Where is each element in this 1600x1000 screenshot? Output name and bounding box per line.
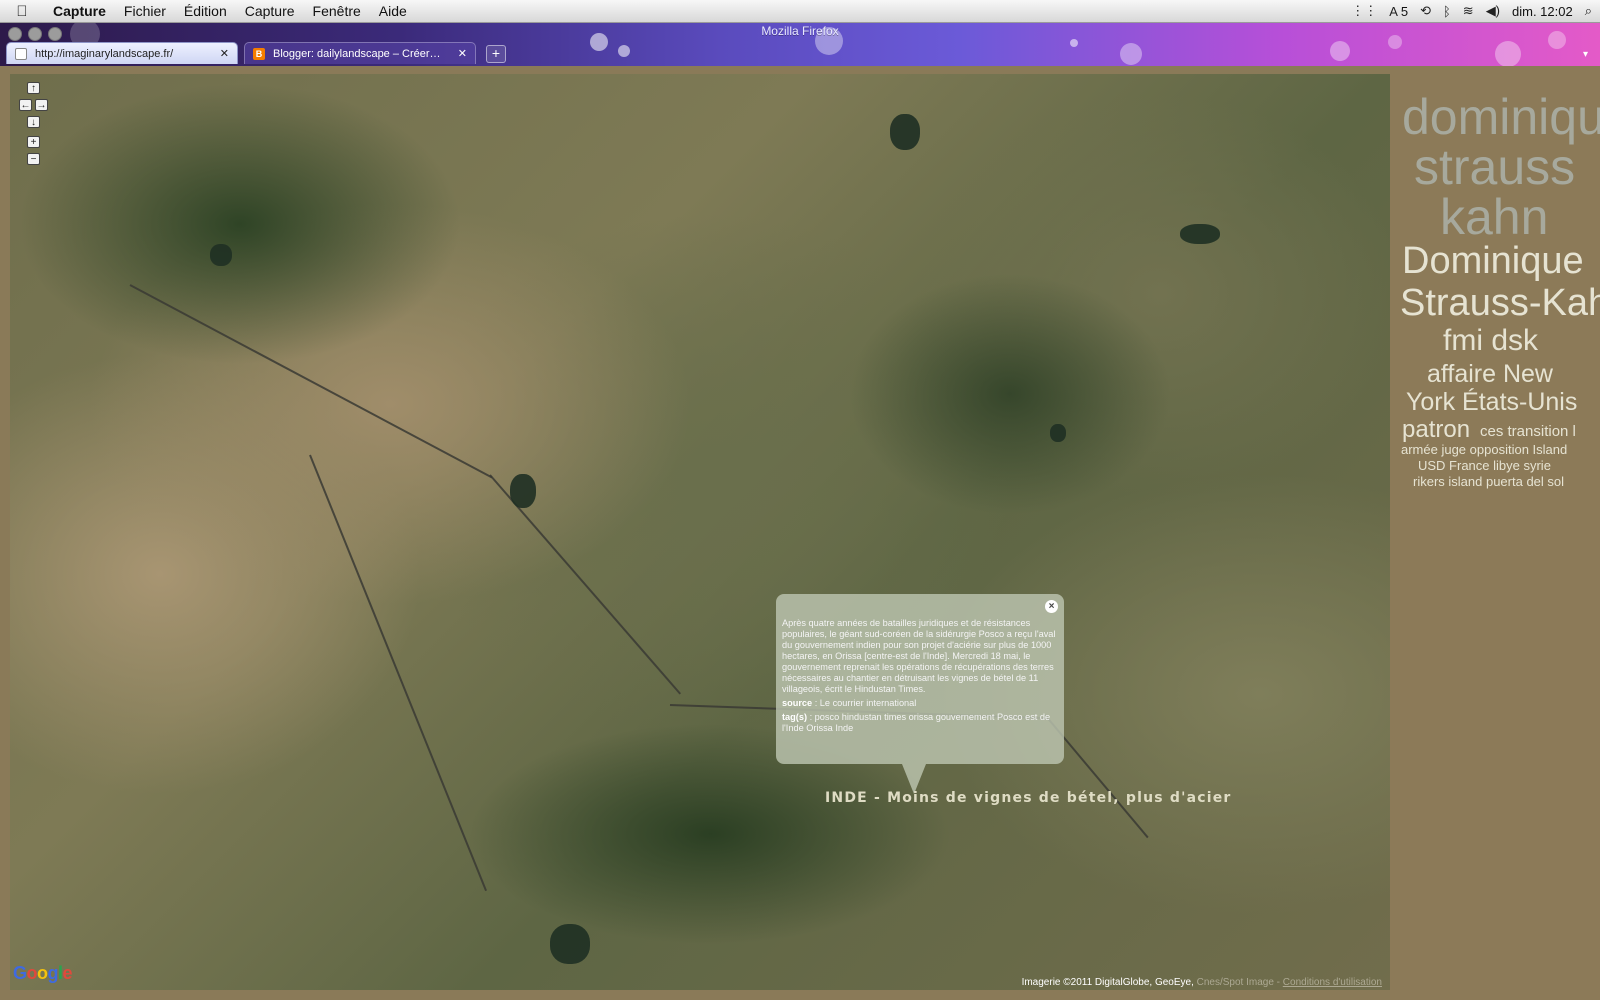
menu-edition[interactable]: Édition	[175, 3, 236, 19]
menubar-clock[interactable]: dim. 12:02	[1512, 4, 1573, 19]
infowindow-close-button[interactable]: ×	[1045, 600, 1058, 613]
google-logo-letter: G	[13, 963, 27, 983]
bokeh-decoration	[1330, 41, 1350, 61]
bokeh-decoration	[1070, 39, 1078, 47]
map-infowindow: × Après quatre années de batailles jurid…	[776, 594, 1064, 764]
tags-label: tag(s)	[782, 712, 808, 722]
menu-capture[interactable]: Capture	[236, 3, 304, 19]
google-logo-letter: o	[26, 963, 38, 983]
adobe-icon: A	[1389, 3, 1398, 19]
map-pond	[1180, 224, 1220, 244]
grip-icon[interactable]: ⋮⋮	[1351, 3, 1377, 19]
map-road	[129, 284, 493, 479]
map-pond	[510, 474, 536, 508]
volume-icon[interactable]: ◀)	[1486, 3, 1500, 19]
google-logo-letter: o	[37, 963, 48, 983]
bluetooth-icon[interactable]: ᛒ	[1443, 4, 1451, 19]
tab-imaginarylandscape[interactable]: http://imaginarylandscape.fr/ ✕	[6, 42, 238, 64]
tab-blogger[interactable]: B Blogger: dailylandscape – Créer… ✕	[244, 42, 476, 64]
zoom-out-button[interactable]: −	[27, 153, 40, 165]
map-attribution: Imagerie ©2011 DigitalGlobe, GeoEye, Cne…	[1022, 977, 1382, 988]
attribution-faded: Cnes/Spot Image -	[1196, 977, 1281, 988]
map-pond	[210, 244, 232, 266]
map-pond	[1050, 424, 1066, 442]
map-pond	[550, 924, 590, 964]
pan-right-button[interactable]: →	[35, 99, 48, 111]
tab-label: http://imaginarylandscape.fr/	[35, 47, 174, 60]
tag-patron[interactable]: patron	[1402, 416, 1470, 444]
google-logo-letter: g	[47, 963, 59, 983]
page-content: ↑ ← → ↓ + − × Après quatre années de bat…	[0, 66, 1600, 1000]
attribution-imagery: Imagerie ©2011 DigitalGlobe, GeoEye,	[1021, 977, 1194, 988]
tag-line-usd[interactable]: USD France libye syrie	[1418, 458, 1551, 473]
new-tab-button[interactable]: +	[486, 45, 506, 63]
tag-kahn[interactable]: kahn	[1440, 188, 1548, 246]
apple-menu-icon[interactable]: 	[0, 3, 44, 20]
firefox-titlebar: Mozilla Firefox http://imaginarylandscap…	[0, 23, 1600, 66]
menu-fichier[interactable]: Fichier	[115, 3, 175, 19]
source-value: : Le courrier international	[812, 698, 917, 708]
tag-strauss-kahn[interactable]: Strauss-Kahn	[1400, 282, 1600, 325]
terms-of-use-link[interactable]: Conditions d'utilisation	[1283, 977, 1382, 988]
adobe-status[interactable]: A 5	[1389, 4, 1408, 19]
bokeh-decoration	[1495, 41, 1521, 66]
google-logo[interactable]: Google	[13, 963, 73, 984]
map-pond	[890, 114, 920, 150]
tags-value: : posco hindustan times orissa gouvernem…	[782, 712, 1051, 733]
menubar-status-area: ⋮⋮ A 5 ⟲ ᛒ ≋ ◀) dim. 12:02 ⌕	[1351, 0, 1592, 22]
adobe-count: 5	[1400, 3, 1409, 19]
zoom-in-button[interactable]: +	[27, 136, 40, 148]
infowindow-tags: tag(s) : posco hindustan times orissa go…	[782, 712, 1058, 734]
tag-cloud: dominique strauss kahn Dominique Strauss…	[1390, 66, 1600, 1000]
menu-fenetre[interactable]: Fenêtre	[304, 3, 370, 19]
menu-app-name[interactable]: Capture	[44, 3, 115, 19]
google-logo-letter: e	[62, 963, 73, 983]
mac-menubar:  Capture Fichier Édition Capture Fenêtr…	[0, 0, 1600, 23]
menu-aide[interactable]: Aide	[370, 3, 416, 19]
map-road	[309, 454, 487, 892]
bokeh-decoration	[1120, 43, 1142, 65]
map-place-label[interactable]: INDE - Moins de vignes de bétel, plus d'…	[825, 790, 1232, 806]
infowindow-source: source : Le courrier international	[782, 698, 1058, 709]
satellite-map[interactable]: ↑ ← → ↓ + − × Après quatre années de bat…	[10, 74, 1390, 990]
tag-fmi-dsk[interactable]: fmi dsk	[1443, 324, 1538, 358]
tag-dominique-cap[interactable]: Dominique	[1402, 240, 1584, 283]
source-label: source	[782, 698, 813, 708]
tab-close-icon[interactable]: ✕	[458, 47, 467, 60]
window-title: Mozilla Firefox	[761, 24, 839, 38]
spotlight-search-icon[interactable]: ⌕	[1585, 3, 1592, 19]
bokeh-decoration	[618, 45, 630, 57]
infowindow-body: Après quatre années de batailles juridiq…	[782, 618, 1056, 694]
wifi-icon[interactable]: ≋	[1463, 3, 1474, 19]
pan-down-button[interactable]: ↓	[27, 116, 40, 128]
tag-ces-transition[interactable]: ces transition l	[1480, 423, 1576, 440]
tag-york-etats-unis[interactable]: York États-Unis	[1406, 388, 1577, 417]
tab-close-icon[interactable]: ✕	[220, 47, 229, 60]
time-machine-icon[interactable]: ⟲	[1420, 3, 1431, 19]
tab-list-chevron-icon[interactable]: ▾	[1583, 49, 1588, 60]
page-favicon-icon	[15, 47, 27, 60]
tab-label: Blogger: dailylandscape – Créer…	[273, 47, 441, 60]
pan-up-button[interactable]: ↑	[27, 82, 40, 94]
tag-line-armee[interactable]: armée juge opposition Island	[1401, 442, 1567, 457]
tag-affaire-new[interactable]: affaire New	[1427, 360, 1553, 389]
tag-line-rikers[interactable]: rikers island puerta del sol	[1413, 474, 1564, 489]
blogger-favicon-icon: B	[253, 47, 265, 60]
pan-left-button[interactable]: ←	[19, 99, 32, 111]
